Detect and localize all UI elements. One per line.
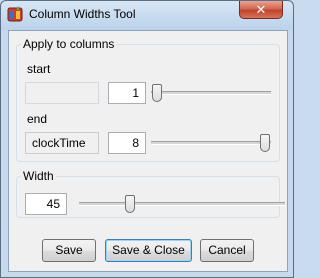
- tool-window: Column Widths Tool ✕ Apply to columns st…: [0, 0, 294, 278]
- width-legend: Width: [21, 169, 56, 183]
- end-slider-thumb[interactable]: [260, 134, 270, 152]
- width-number-field[interactable]: 45: [25, 193, 67, 215]
- start-label: start: [27, 62, 51, 76]
- start-column-number-field[interactable]: 1: [108, 82, 146, 104]
- save-button[interactable]: Save: [42, 239, 96, 262]
- width-slider-thumb[interactable]: [125, 195, 135, 213]
- close-icon: ✕: [255, 2, 267, 17]
- width-slider-track[interactable]: [79, 202, 285, 206]
- start-slider-thumb[interactable]: [152, 84, 162, 102]
- end-slider-track[interactable]: [151, 141, 271, 145]
- cancel-button[interactable]: Cancel: [200, 239, 254, 262]
- title-bar[interactable]: Column Widths Tool ✕: [1, 1, 293, 27]
- start-column-name-field: [25, 82, 99, 104]
- end-column-name-field: clockTime: [25, 132, 99, 154]
- window-title: Column Widths Tool: [29, 7, 136, 21]
- apply-to-columns-legend: Apply to columns: [21, 37, 117, 51]
- end-label: end: [27, 112, 48, 126]
- dialog-body: Apply to columns start 1 end clockTime 8…: [8, 30, 288, 272]
- save-and-close-button[interactable]: Save & Close: [105, 239, 192, 262]
- application-icon: [7, 6, 23, 22]
- end-column-number-field[interactable]: 8: [108, 132, 146, 154]
- close-button[interactable]: ✕: [239, 1, 283, 19]
- start-slider-track[interactable]: [151, 91, 271, 95]
